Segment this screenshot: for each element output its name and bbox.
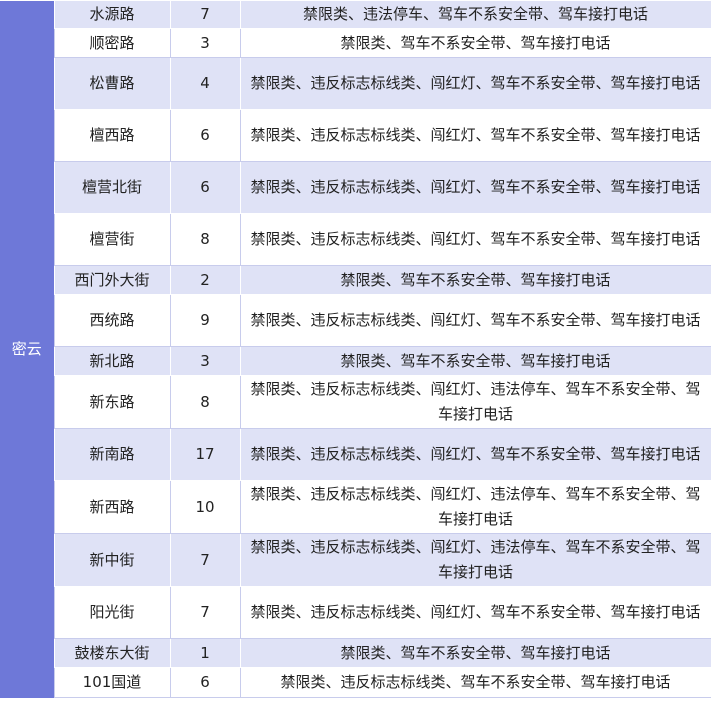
count-cell: 17: [169, 428, 241, 481]
road-name-cell: 新北路: [53, 346, 171, 376]
table-row: 松曹路 4 禁限类、违反标志标线类、闯红灯、驾车不系安全带、驾车接打电话: [0, 57, 711, 110]
table-row: 新北路 3 禁限类、驾车不系安全带、驾车接打电话: [0, 346, 711, 376]
count-cell: 3: [169, 28, 241, 58]
violations-cell: 禁限类、违反标志标线类、闯红灯、驾车不系安全带、驾车接打电话: [239, 109, 711, 162]
violations-cell: 禁限类、驾车不系安全带、驾车接打电话: [239, 346, 711, 376]
count-cell: 2: [169, 265, 241, 295]
road-name-cell: 新西路: [53, 480, 171, 534]
count-cell: 3: [169, 346, 241, 376]
violations-cell: 禁限类、违反标志标线类、闯红灯、驾车不系安全带、驾车接打电话: [239, 428, 711, 481]
road-name-cell: 鼓楼东大街: [53, 638, 171, 668]
count-cell: 7: [169, 586, 241, 639]
violations-cell: 禁限类、违反标志标线类、闯红灯、违法停车、驾车不系安全带、驾车接打电话: [239, 375, 711, 429]
violations-cell: 禁限类、违反标志标线类、闯红灯、驾车不系安全带、驾车接打电话: [239, 586, 711, 639]
district-cell: 密云: [0, 0, 54, 698]
road-name-cell: 檀营北街: [53, 161, 171, 214]
count-cell: 7: [169, 533, 241, 587]
table-row: 新中街 7 禁限类、违反标志标线类、闯红灯、违法停车、驾车不系安全带、驾车接打电话: [0, 533, 711, 587]
road-name-cell: 檀营街: [53, 213, 171, 266]
count-cell: 1: [169, 638, 241, 668]
violations-cell: 禁限类、违反标志标线类、驾车不系安全带、驾车接打电话: [239, 667, 711, 698]
violations-cell: 禁限类、驾车不系安全带、驾车接打电话: [239, 28, 711, 58]
table-row: 檀西路 6 禁限类、违反标志标线类、闯红灯、驾车不系安全带、驾车接打电话: [0, 109, 711, 162]
violations-cell: 禁限类、违法停车、驾车不系安全带、驾车接打电话: [239, 0, 711, 29]
road-name-cell: 顺密路: [53, 28, 171, 58]
count-cell: 8: [169, 375, 241, 429]
table-row: 101国道 6 禁限类、违反标志标线类、驾车不系安全带、驾车接打电话: [0, 667, 711, 698]
table-row: 檀营北街 6 禁限类、违反标志标线类、闯红灯、驾车不系安全带、驾车接打电话: [0, 161, 711, 214]
road-name-cell: 101国道: [53, 667, 171, 698]
count-cell: 7: [169, 0, 241, 29]
count-cell: 6: [169, 161, 241, 214]
road-name-cell: 松曹路: [53, 57, 171, 110]
violations-cell: 禁限类、违反标志标线类、闯红灯、驾车不系安全带、驾车接打电话: [239, 57, 711, 110]
violations-table: 密云 水源路 7 禁限类、违法停车、驾车不系安全带、驾车接打电话 顺密路 3 禁限类、驾车不…: [0, 0, 711, 698]
count-cell: 6: [169, 667, 241, 698]
violations-cell: 禁限类、违反标志标线类、闯红灯、驾车不系安全带、驾车接打电话: [239, 294, 711, 347]
road-name-cell: 新南路: [53, 428, 171, 481]
table-row: 顺密路 3 禁限类、驾车不系安全带、驾车接打电话: [0, 28, 711, 58]
count-cell: 8: [169, 213, 241, 266]
table-row: 新南路 17 禁限类、违反标志标线类、闯红灯、驾车不系安全带、驾车接打电话: [0, 428, 711, 481]
table-row: 西统路 9 禁限类、违反标志标线类、闯红灯、驾车不系安全带、驾车接打电话: [0, 294, 711, 347]
road-name-cell: 西门外大街: [53, 265, 171, 295]
road-name-cell: 檀西路: [53, 109, 171, 162]
count-cell: 6: [169, 109, 241, 162]
table-row: 新西路 10 禁限类、违反标志标线类、闯红灯、违法停车、驾车不系安全带、驾车接打电话: [0, 480, 711, 534]
road-name-cell: 阳光街: [53, 586, 171, 639]
table-row: 新东路 8 禁限类、违反标志标线类、闯红灯、违法停车、驾车不系安全带、驾车接打电话: [0, 375, 711, 429]
count-cell: 9: [169, 294, 241, 347]
road-name-cell: 新中街: [53, 533, 171, 587]
violations-cell: 禁限类、驾车不系安全带、驾车接打电话: [239, 265, 711, 295]
road-name-cell: 新东路: [53, 375, 171, 429]
road-name-cell: 西统路: [53, 294, 171, 347]
violations-cell: 禁限类、违反标志标线类、闯红灯、驾车不系安全带、驾车接打电话: [239, 213, 711, 266]
violations-cell: 禁限类、驾车不系安全带、驾车接打电话: [239, 638, 711, 668]
table-row: 西门外大街 2 禁限类、驾车不系安全带、驾车接打电话: [0, 265, 711, 295]
road-name-cell: 水源路: [53, 0, 171, 29]
table-row: 鼓楼东大街 1 禁限类、驾车不系安全带、驾车接打电话: [0, 638, 711, 668]
violations-cell: 禁限类、违反标志标线类、闯红灯、驾车不系安全带、驾车接打电话: [239, 161, 711, 214]
table-row: 密云 水源路 7 禁限类、违法停车、驾车不系安全带、驾车接打电话: [0, 0, 711, 698]
table-row: 阳光街 7 禁限类、违反标志标线类、闯红灯、驾车不系安全带、驾车接打电话: [0, 586, 711, 639]
violations-cell: 禁限类、违反标志标线类、闯红灯、违法停车、驾车不系安全带、驾车接打电话: [239, 533, 711, 587]
violations-cell: 禁限类、违反标志标线类、闯红灯、违法停车、驾车不系安全带、驾车接打电话: [239, 480, 711, 534]
count-cell: 10: [169, 480, 241, 534]
table-row: 檀营街 8 禁限类、违反标志标线类、闯红灯、驾车不系安全带、驾车接打电话: [0, 213, 711, 266]
count-cell: 4: [169, 57, 241, 110]
table-body: 密云 水源路 7 禁限类、违法停车、驾车不系安全带、驾车接打电话 顺密路 3 禁限类、驾车不…: [0, 0, 711, 698]
